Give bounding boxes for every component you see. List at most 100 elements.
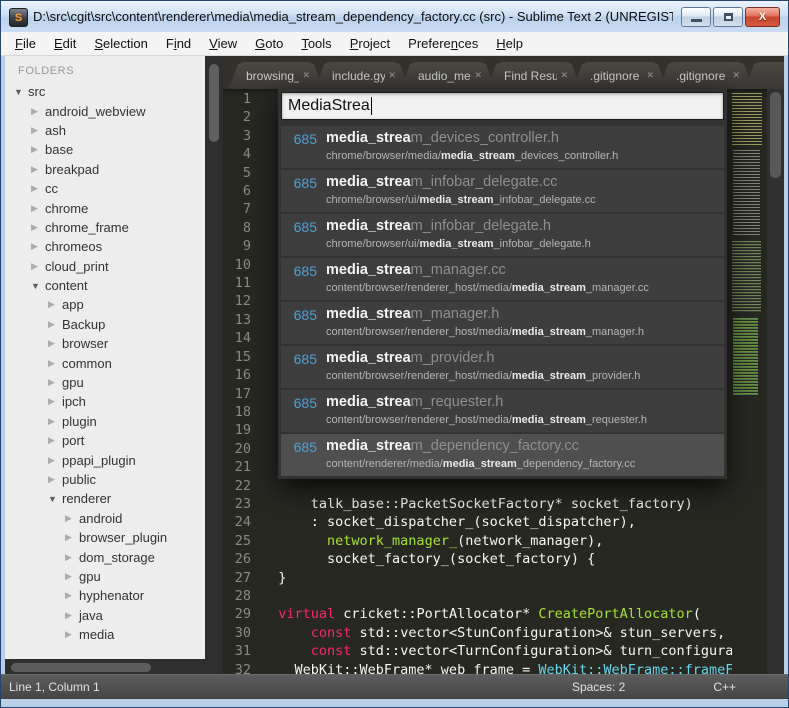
disclosure-triangle-icon[interactable]: ▶ bbox=[65, 610, 79, 621]
disclosure-triangle-icon[interactable]: ▼ bbox=[31, 281, 45, 291]
sidebar-folder-item[interactable]: ▶ browser bbox=[5, 334, 205, 353]
goto-result-item[interactable]: 685 media_stream_requester.h content/bro… bbox=[281, 390, 724, 432]
sidebar-folder-item[interactable]: ▶ Backup bbox=[5, 315, 205, 334]
disclosure-triangle-icon[interactable]: ▶ bbox=[31, 261, 45, 272]
disclosure-triangle-icon[interactable]: ▶ bbox=[31, 125, 45, 136]
menu-item[interactable]: Selection bbox=[85, 34, 156, 53]
sidebar-folder-item[interactable]: ▶ gpu bbox=[5, 373, 205, 392]
goto-result-item[interactable]: 685 media_stream_manager.h content/brows… bbox=[281, 302, 724, 344]
menu-item[interactable]: Help bbox=[487, 34, 532, 53]
menu-item[interactable]: Preferences bbox=[399, 34, 487, 53]
sidebar-folder-item[interactable]: ▼ renderer bbox=[5, 489, 205, 508]
sidebar-folder-item[interactable]: ▶ base bbox=[5, 140, 205, 159]
sidebar-folder-item[interactable]: ▶ android_webview bbox=[5, 101, 205, 120]
sidebar-folder-item[interactable]: ▼ content bbox=[5, 276, 205, 295]
disclosure-triangle-icon[interactable]: ▶ bbox=[31, 106, 45, 117]
disclosure-triangle-icon[interactable]: ▶ bbox=[65, 532, 79, 543]
tab[interactable]: ✕ bbox=[745, 62, 784, 89]
sidebar-folder-item[interactable]: ▶ chrome_frame bbox=[5, 218, 205, 237]
tab[interactable]: include.gy ✕ bbox=[315, 62, 409, 89]
disclosure-triangle-icon[interactable]: ▶ bbox=[65, 552, 79, 563]
disclosure-triangle-icon[interactable]: ▶ bbox=[48, 299, 62, 310]
tab[interactable]: audio_mes ✕ bbox=[401, 62, 495, 89]
sidebar-folder-item[interactable]: ▶ public bbox=[5, 470, 205, 489]
sidebar-folder-item[interactable]: ▶ ppapi_plugin bbox=[5, 450, 205, 469]
tab-close-icon[interactable]: ✕ bbox=[646, 70, 654, 81]
menu-item[interactable]: File bbox=[6, 34, 45, 53]
disclosure-triangle-icon[interactable]: ▶ bbox=[48, 377, 62, 388]
disclosure-triangle-icon[interactable]: ▶ bbox=[65, 590, 79, 601]
disclosure-triangle-icon[interactable]: ▶ bbox=[48, 358, 62, 369]
disclosure-triangle-icon[interactable]: ▶ bbox=[65, 513, 79, 524]
sidebar-folder-item[interactable]: ▶ common bbox=[5, 353, 205, 372]
sidebar-folder-item[interactable]: ▶ port bbox=[5, 431, 205, 450]
sidebar-folder-item[interactable]: ▶ media bbox=[5, 625, 205, 644]
disclosure-triangle-icon[interactable]: ▶ bbox=[65, 571, 79, 582]
tab-close-icon[interactable]: ✕ bbox=[732, 70, 740, 81]
goto-result-item[interactable]: 685 media_stream_dependency_factory.cc c… bbox=[281, 434, 724, 476]
disclosure-triangle-icon[interactable]: ▼ bbox=[48, 494, 62, 504]
menu-item[interactable]: View bbox=[200, 34, 246, 53]
tab[interactable]: Find Resul ✕ bbox=[487, 62, 581, 89]
sidebar-folder-item[interactable]: ▶ app bbox=[5, 295, 205, 314]
disclosure-triangle-icon[interactable]: ▶ bbox=[31, 222, 45, 233]
disclosure-triangle-icon[interactable]: ▼ bbox=[14, 87, 28, 97]
minimap[interactable] bbox=[732, 89, 767, 676]
sidebar-folder-item[interactable]: ▶ java bbox=[5, 606, 205, 625]
sidebar-folder-item[interactable]: ▶ gpu bbox=[5, 567, 205, 586]
tab[interactable]: browsing_ ✕ bbox=[229, 62, 323, 89]
scrollbar-thumb[interactable] bbox=[11, 663, 151, 672]
sidebar-folder-item[interactable]: ▶ chrome bbox=[5, 198, 205, 217]
sidebar-folder-item[interactable]: ▶ chromeos bbox=[5, 237, 205, 256]
goto-result-item[interactable]: 685 media_stream_infobar_delegate.h chro… bbox=[281, 214, 724, 256]
sidebar-folder-item[interactable]: ▶ ash bbox=[5, 121, 205, 140]
sidebar-folder-item[interactable]: ▶ breakpad bbox=[5, 160, 205, 179]
disclosure-triangle-icon[interactable]: ▶ bbox=[48, 319, 62, 330]
menu-item[interactable]: Find bbox=[157, 34, 200, 53]
tab-close-icon[interactable]: ✕ bbox=[474, 70, 482, 81]
disclosure-triangle-icon[interactable]: ▶ bbox=[65, 629, 79, 640]
disclosure-triangle-icon[interactable]: ▶ bbox=[31, 241, 45, 252]
disclosure-triangle-icon[interactable]: ▶ bbox=[31, 164, 45, 175]
disclosure-triangle-icon[interactable]: ▶ bbox=[31, 183, 45, 194]
disclosure-triangle-icon[interactable]: ▶ bbox=[48, 416, 62, 427]
title-bar[interactable]: S D:\src\cgit\src\content\renderer\media… bbox=[1, 1, 788, 32]
sidebar-folder-item[interactable]: ▶ dom_storage bbox=[5, 547, 205, 566]
disclosure-triangle-icon[interactable]: ▶ bbox=[48, 338, 62, 349]
sidebar-folder-item[interactable]: ▼ src bbox=[5, 82, 205, 101]
menu-item[interactable]: Tools bbox=[292, 34, 340, 53]
maximize-button[interactable] bbox=[713, 7, 743, 27]
scrollbar-thumb[interactable] bbox=[209, 64, 219, 142]
disclosure-triangle-icon[interactable]: ▶ bbox=[31, 203, 45, 214]
disclosure-triangle-icon[interactable]: ▶ bbox=[48, 455, 62, 466]
editor-vertical-scrollbar[interactable] bbox=[767, 89, 784, 676]
sidebar-folder-item[interactable]: ▶ hyphenator bbox=[5, 586, 205, 605]
disclosure-triangle-icon[interactable]: ▶ bbox=[48, 396, 62, 407]
menu-item[interactable]: Goto bbox=[246, 34, 292, 53]
indent-setting[interactable]: Spaces: 2 bbox=[572, 680, 625, 694]
sidebar-folder-item[interactable]: ▶ plugin bbox=[5, 412, 205, 431]
goto-result-item[interactable]: 685 media_stream_provider.h content/brow… bbox=[281, 346, 724, 388]
sidebar-vertical-scrollbar[interactable] bbox=[205, 56, 223, 676]
goto-result-item[interactable]: 685 media_stream_infobar_delegate.cc chr… bbox=[281, 170, 724, 212]
disclosure-triangle-icon[interactable]: ▶ bbox=[31, 144, 45, 155]
minimize-button[interactable] bbox=[681, 7, 711, 27]
goto-result-item[interactable]: 685 media_stream_manager.cc content/brow… bbox=[281, 258, 724, 300]
sidebar-folder-item[interactable]: ▶ browser_plugin bbox=[5, 528, 205, 547]
sidebar-folder-item[interactable]: ▶ cloud_print bbox=[5, 257, 205, 276]
sidebar-folder-item[interactable]: ▶ cc bbox=[5, 179, 205, 198]
tab-close-icon[interactable]: ✕ bbox=[388, 70, 396, 81]
scrollbar-thumb[interactable] bbox=[770, 92, 781, 178]
goto-anything-input[interactable]: MediaStrea bbox=[281, 92, 724, 120]
sidebar-folder-item[interactable]: ▶ ipch bbox=[5, 392, 205, 411]
menu-item[interactable]: Project bbox=[341, 34, 399, 53]
tab-close-icon[interactable]: ✕ bbox=[302, 70, 310, 81]
tab[interactable]: .gitignore ✕ bbox=[659, 62, 753, 89]
tab-close-icon[interactable]: ✕ bbox=[560, 70, 568, 81]
tab[interactable]: .gitignore ✕ bbox=[573, 62, 667, 89]
disclosure-triangle-icon[interactable]: ▶ bbox=[48, 435, 62, 446]
close-button[interactable]: X bbox=[745, 7, 780, 27]
sidebar-folder-item[interactable]: ▶ android bbox=[5, 509, 205, 528]
menu-item[interactable]: Edit bbox=[45, 34, 85, 53]
goto-result-item[interactable]: 685 media_stream_devices_controller.h ch… bbox=[281, 126, 724, 168]
